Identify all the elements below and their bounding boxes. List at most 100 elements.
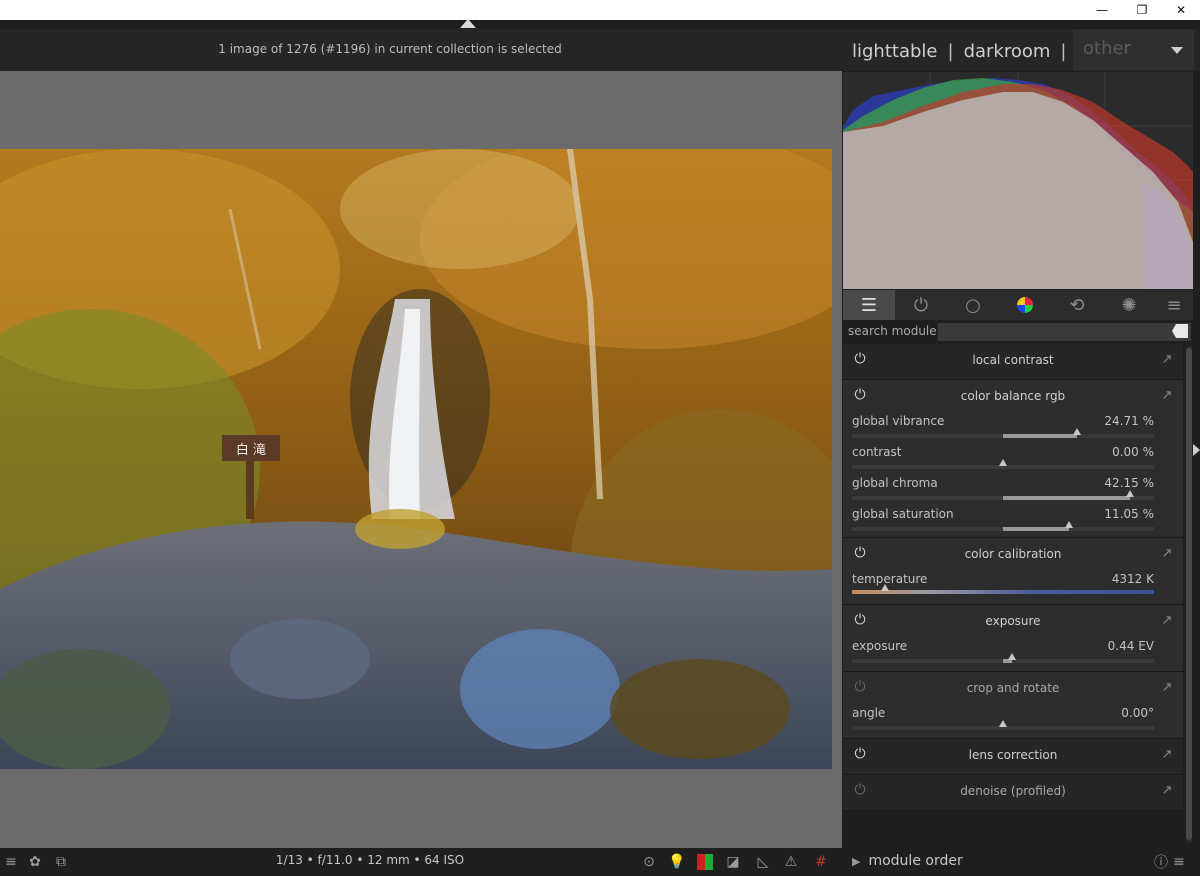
slider-value: 0.44 EV <box>1107 639 1154 653</box>
slider-fill <box>1003 527 1069 531</box>
darktable-window: — ❐ ✕ 1 image of 1276 (#1196) in current… <box>0 0 1200 876</box>
module-color-calibration[interactable]: ⏻ color calibration ↗ temperature 4312 K <box>843 538 1183 605</box>
close-button[interactable]: ✕ <box>1161 0 1200 20</box>
presets-icon[interactable]: ↗ <box>1159 351 1175 367</box>
waterfall-photo-illustration: 白 滝 <box>0 149 832 769</box>
styles-icon[interactable]: ✿ <box>24 851 46 873</box>
menu-icon[interactable]: ≡ <box>1155 290 1193 320</box>
power-icon[interactable]: ⏻ <box>851 745 869 763</box>
slider-contrast[interactable]: contrast 0.00 % <box>852 445 1154 475</box>
collapse-right-panel-arrow-icon[interactable] <box>1193 444 1200 456</box>
slider-temperature[interactable]: temperature 4312 K <box>852 572 1154 602</box>
slider-global-chroma[interactable]: global chroma 42.15 % <box>852 476 1154 506</box>
slider-fill <box>1003 496 1130 500</box>
collapse-top-panel-arrow-icon[interactable] <box>460 19 476 28</box>
module-header[interactable]: ⏻ color balance rgb ↗ <box>843 380 1183 414</box>
bulb-icon[interactable]: 💡 <box>666 851 688 873</box>
temperature-gradient-track[interactable] <box>852 584 1154 594</box>
slider-track[interactable] <box>852 653 1154 663</box>
power-icon[interactable]: ⏻ <box>851 611 869 629</box>
power-icon[interactable]: ⏻ <box>851 544 869 562</box>
power-icon[interactable]: ⏻ <box>851 386 869 404</box>
slider-thumb[interactable] <box>1126 490 1134 497</box>
view-darkroom[interactable]: darkroom <box>958 41 1057 62</box>
module-header[interactable]: ⏻ local contrast ↗ <box>843 344 1183 378</box>
minimize-button[interactable]: — <box>1082 0 1122 20</box>
presets-icon[interactable]: ↗ <box>1159 746 1175 762</box>
module-order[interactable]: ▶ module order <box>852 853 963 869</box>
slider-thumb[interactable] <box>999 459 1007 466</box>
color-icon[interactable] <box>999 290 1051 320</box>
color-assessment-icon[interactable] <box>694 851 716 873</box>
gamut-check-icon[interactable]: ⚠ <box>780 851 802 873</box>
search-module-input[interactable] <box>938 323 1191 341</box>
module-lens-correction[interactable]: ⏻ lens correction ↗ <box>843 739 1183 775</box>
presets-menu-icon[interactable]: ≡ <box>1168 851 1190 873</box>
module-scrollbar-thumb[interactable] <box>1186 348 1192 840</box>
histogram[interactable] <box>843 72 1193 289</box>
slider-label: global chroma <box>852 476 938 490</box>
histogram-graph <box>843 72 1193 289</box>
module-header[interactable]: ⏻ denoise (profiled) ↗ <box>843 775 1183 809</box>
restore-button[interactable]: ❐ <box>1122 0 1162 20</box>
module-local-contrast[interactable]: ⏻ local contrast ↗ <box>843 344 1183 380</box>
focus-peaking-icon[interactable]: ⊙ <box>638 851 660 873</box>
slider-value: 4312 K <box>1111 572 1154 586</box>
slider-global-saturation[interactable]: global saturation 11.05 % <box>852 507 1154 537</box>
slider-label: contrast <box>852 445 902 459</box>
slider-track[interactable] <box>852 720 1154 730</box>
module-header[interactable]: ⏻ color calibration ↗ <box>843 538 1183 572</box>
guides-icon[interactable]: # <box>810 851 832 873</box>
module-title: lens correction <box>968 748 1058 762</box>
slider-thumb[interactable] <box>1073 428 1081 435</box>
view-switcher: lighttable | darkroom | <box>846 37 1071 65</box>
display-icon[interactable]: ⧉ <box>50 851 72 873</box>
presets-icon[interactable]: ↗ <box>1159 679 1175 695</box>
edited-photo[interactable]: 白 滝 <box>0 149 832 769</box>
presets-icon[interactable]: ↗ <box>1159 612 1175 628</box>
slider-thumb[interactable] <box>1065 521 1073 528</box>
slider-track[interactable] <box>852 490 1154 500</box>
sign-text: 白 滝 <box>236 442 266 458</box>
effect-icon[interactable]: ✺ <box>1103 290 1155 320</box>
slider-exposure[interactable]: exposure 0.44 EV <box>852 639 1154 669</box>
power-icon[interactable]: ⏻ <box>851 781 869 799</box>
exif-info: 1/13 • f/11.0 • 12 mm • 64 ISO <box>275 853 465 867</box>
module-title: denoise (profiled) <box>960 784 1066 798</box>
presets-icon[interactable]: ↗ <box>1159 545 1175 561</box>
view-lighttable[interactable]: lighttable <box>846 41 943 62</box>
list-icon[interactable]: ≡ <box>0 851 22 873</box>
power-icon[interactable]: ⏻ <box>851 678 869 696</box>
correct-icon[interactable]: ⟲ <box>1051 290 1103 320</box>
slider-track[interactable] <box>852 521 1154 531</box>
module-crop-and-rotate[interactable]: ⏻ crop and rotate ↗ angle 0.00° <box>843 672 1183 739</box>
power-icon[interactable]: ⏻ <box>851 350 869 368</box>
module-header[interactable]: ⏻ lens correction ↗ <box>843 739 1183 773</box>
base-icon[interactable]: ○ <box>947 290 999 320</box>
module-color-balance-rgb[interactable]: ⏻ color balance rgb ↗ global vibrance 24.71 … <box>843 380 1183 538</box>
module-title: color calibration <box>964 547 1062 561</box>
module-title: color balance rgb <box>960 389 1066 403</box>
slider-value: 24.71 % <box>1104 414 1154 428</box>
bottom-bar <box>0 848 1200 876</box>
module-denoise-profiled[interactable]: ⏻ denoise (profiled) ↗ <box>843 775 1183 811</box>
power-icon[interactable]: ⏻ <box>895 290 947 320</box>
slider-global-vibrance[interactable]: global vibrance 24.71 % <box>852 414 1154 444</box>
active-modules-icon[interactable]: ☰ <box>843 290 895 320</box>
slider-thumb[interactable] <box>881 584 889 591</box>
softproof-icon[interactable]: ◺ <box>752 851 774 873</box>
slider-track[interactable] <box>852 428 1154 438</box>
slider-thumb[interactable] <box>999 720 1007 727</box>
module-title: local contrast <box>972 353 1054 367</box>
module-header[interactable]: ⏻ crop and rotate ↗ <box>843 672 1183 706</box>
slider-fill <box>1003 434 1077 438</box>
module-header[interactable]: ⏻ exposure ↗ <box>843 605 1183 639</box>
slider-thumb[interactable] <box>1008 653 1016 660</box>
chevron-down-icon[interactable] <box>1171 47 1183 54</box>
raw-overexposed-icon[interactable]: ◪ <box>722 851 744 873</box>
slider-angle[interactable]: angle 0.00° <box>852 706 1154 736</box>
presets-icon[interactable]: ↗ <box>1159 782 1175 798</box>
module-exposure[interactable]: ⏻ exposure ↗ exposure 0.44 EV <box>843 605 1183 672</box>
presets-icon[interactable]: ↗ <box>1159 387 1175 403</box>
slider-track[interactable] <box>852 459 1154 469</box>
